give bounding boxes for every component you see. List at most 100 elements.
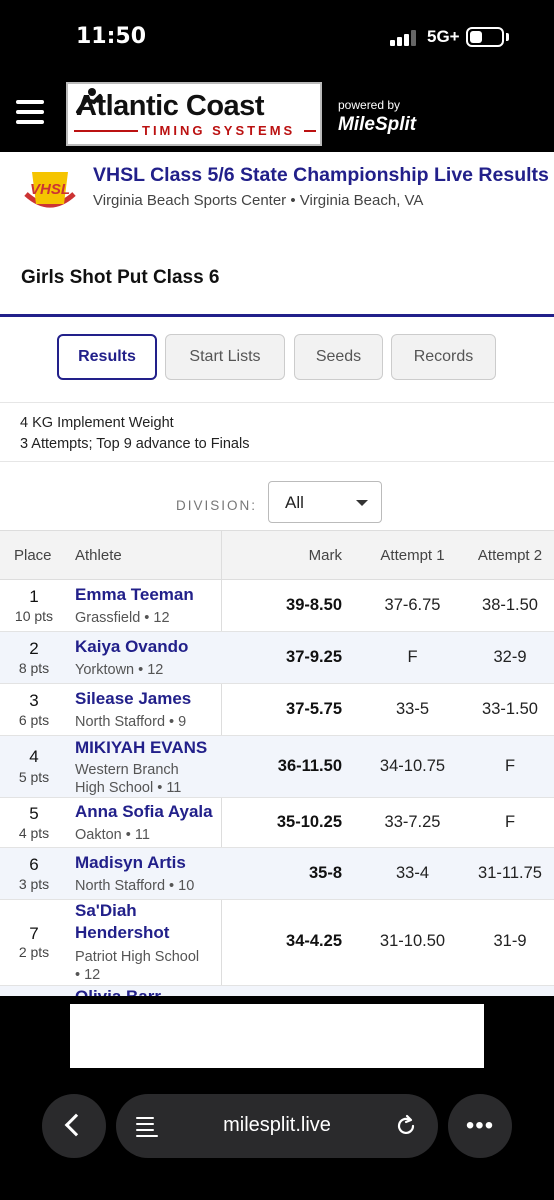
- place-points: 10 pts: [14, 608, 54, 624]
- place-points: 6 pts: [18, 712, 50, 728]
- athlete-team: Yorktown • 12: [75, 662, 164, 678]
- athlete-team-continued: High School • 11: [75, 780, 182, 796]
- table-row[interactable]: 1 10 pts Emma Teeman Grassfield • 12 39-…: [0, 580, 554, 632]
- back-button[interactable]: [42, 1094, 106, 1158]
- athlete-name-continued[interactable]: Hendershot: [75, 922, 169, 944]
- place-number: 6: [29, 855, 39, 874]
- mark: 34-4.25: [286, 932, 342, 950]
- status-bar: 11:50 5G+: [0, 0, 554, 76]
- place-points: 4 pts: [18, 825, 50, 841]
- athlete-name[interactable]: Silease James: [75, 688, 191, 710]
- attempt-1: 33-7.25: [384, 813, 441, 831]
- athlete-name[interactable]: Madisyn Artis: [75, 852, 186, 874]
- table-row[interactable]: 6 3 pts Madisyn Artis North Stafford • 1…: [0, 848, 554, 900]
- logo-sub-text: TIMING SYSTEMS: [142, 123, 296, 138]
- attempt-1: 33-5: [395, 700, 430, 718]
- place-points: 3 pts: [18, 876, 50, 892]
- page-content: VHSL VHSL Class 5/6 State Championship L…: [0, 152, 554, 996]
- place-number: 2: [29, 639, 39, 658]
- athlete-name[interactable]: Anna Sofia Ayala: [75, 801, 213, 823]
- place-points: 8 pts: [18, 660, 50, 676]
- meet-title[interactable]: VHSL Class 5/6 State Championship Live R…: [93, 164, 549, 187]
- hamburger-icon[interactable]: [16, 100, 46, 126]
- url-text: milesplit.live: [223, 1114, 331, 1136]
- logo-rule-left: [74, 130, 138, 132]
- athlete-name[interactable]: Kaiya Ovando: [75, 636, 188, 658]
- meet-location: Virginia Beach Sports Center • Virginia …: [93, 192, 424, 209]
- division-select[interactable]: All: [268, 481, 382, 523]
- signal-icon: [390, 30, 418, 46]
- header-mark: Mark: [308, 547, 342, 564]
- attempt-1: 34-10.75: [379, 757, 446, 775]
- athlete-name[interactable]: Sa'Diah: [75, 900, 137, 922]
- event-info: 4 KG Implement Weight 3 Attempts; Top 9 …: [0, 402, 554, 462]
- header-attempt-1: Attempt 1: [380, 547, 445, 564]
- table-row[interactable]: Olivia Barr: [0, 986, 554, 996]
- attempt-2: 31-11.75: [478, 864, 542, 882]
- mark: 39-8.50: [286, 596, 342, 614]
- mark: 36-11.50: [277, 757, 342, 775]
- ad-area: [0, 996, 554, 1076]
- more-icon: •••: [465, 1112, 495, 1139]
- network-label: 5G+: [427, 27, 460, 46]
- vhsl-logo: VHSL: [24, 172, 76, 208]
- attempt-2: 31-9: [493, 932, 527, 950]
- tab-records[interactable]: Records: [391, 334, 496, 380]
- division-value: All: [285, 493, 304, 512]
- place-points: 5 pts: [18, 769, 50, 785]
- site-header: Atlantic Coast TIMING SYSTEMS powered by…: [0, 76, 554, 152]
- event-title: Girls Shot Put Class 6: [21, 267, 220, 288]
- atlantic-coast-logo[interactable]: Atlantic Coast TIMING SYSTEMS: [66, 82, 322, 146]
- attempt-1: F: [407, 648, 418, 666]
- logo-rule-right: [304, 130, 316, 132]
- mark: 35-8: [308, 864, 342, 882]
- athlete-team: Patriot High School: [75, 949, 200, 965]
- header-attempt-2: Attempt 2: [477, 547, 543, 564]
- table-row[interactable]: 7 2 pts Sa'Diah Hendershot Patriot High …: [0, 900, 554, 986]
- browser-toolbar: milesplit.live •••: [0, 1076, 554, 1200]
- place-number: 7: [29, 924, 39, 943]
- attempt-1: 31-10.50: [379, 932, 446, 950]
- division-label: DIVISION:: [176, 498, 258, 513]
- athlete-team-continued: • 12: [75, 967, 101, 983]
- place-points: 2 pts: [18, 944, 50, 960]
- header-place: Place: [14, 547, 52, 564]
- place-number: 5: [29, 804, 39, 823]
- athlete-team: Grassfield • 12: [75, 610, 170, 626]
- athlete-name[interactable]: MIKIYAH EVANS: [75, 737, 207, 759]
- battery-tip: [506, 33, 509, 41]
- header-athlete: Athlete: [75, 547, 122, 564]
- address-bar[interactable]: milesplit.live: [116, 1094, 438, 1158]
- place-number: 4: [29, 747, 39, 766]
- table-row[interactable]: 3 6 pts Silease James North Stafford • 9…: [0, 684, 554, 736]
- table-row[interactable]: 2 8 pts Kaiya Ovando Yorktown • 12 37-9.…: [0, 632, 554, 684]
- table-row[interactable]: 5 4 pts Anna Sofia Ayala Oakton • 11 35-…: [0, 798, 554, 848]
- attempt-2: 33-1.50: [482, 700, 538, 718]
- more-button[interactable]: •••: [448, 1094, 512, 1158]
- athlete-team: North Stafford • 10: [75, 878, 195, 894]
- place-number: 3: [29, 691, 39, 710]
- powered-by-label: powered by: [338, 98, 401, 112]
- meet-header: VHSL VHSL Class 5/6 State Championship L…: [0, 152, 554, 222]
- event-divider: [0, 314, 554, 317]
- attempt-2: F: [504, 757, 516, 775]
- ad-banner[interactable]: [70, 1004, 484, 1068]
- mark: 35-10.25: [276, 813, 342, 831]
- attempt-2: F: [504, 813, 516, 831]
- athlete-team: Oakton • 11: [75, 827, 150, 843]
- athlete-name[interactable]: Olivia Barr: [75, 986, 161, 996]
- chevron-left-icon: [64, 1113, 88, 1137]
- tab-seeds[interactable]: Seeds: [294, 334, 383, 380]
- tab-start-lists[interactable]: Start Lists: [165, 334, 285, 380]
- athlete-name[interactable]: Emma Teeman: [75, 584, 194, 606]
- vhsl-logo-text: VHSL: [30, 181, 70, 198]
- attempt-1: 33-4: [395, 864, 430, 882]
- status-time: 11:50: [76, 24, 147, 49]
- milesplit-logo[interactable]: MileSplit: [338, 114, 416, 136]
- reload-icon[interactable]: [394, 1114, 418, 1138]
- attempts-rule: 3 Attempts; Top 9 advance to Finals: [20, 436, 250, 452]
- tab-results[interactable]: Results: [57, 334, 157, 380]
- table-row[interactable]: 4 5 pts MIKIYAH EVANS Western Branch Hig…: [0, 736, 554, 798]
- caret-down-icon: [356, 500, 368, 506]
- implement-weight: 4 KG Implement Weight: [20, 415, 174, 431]
